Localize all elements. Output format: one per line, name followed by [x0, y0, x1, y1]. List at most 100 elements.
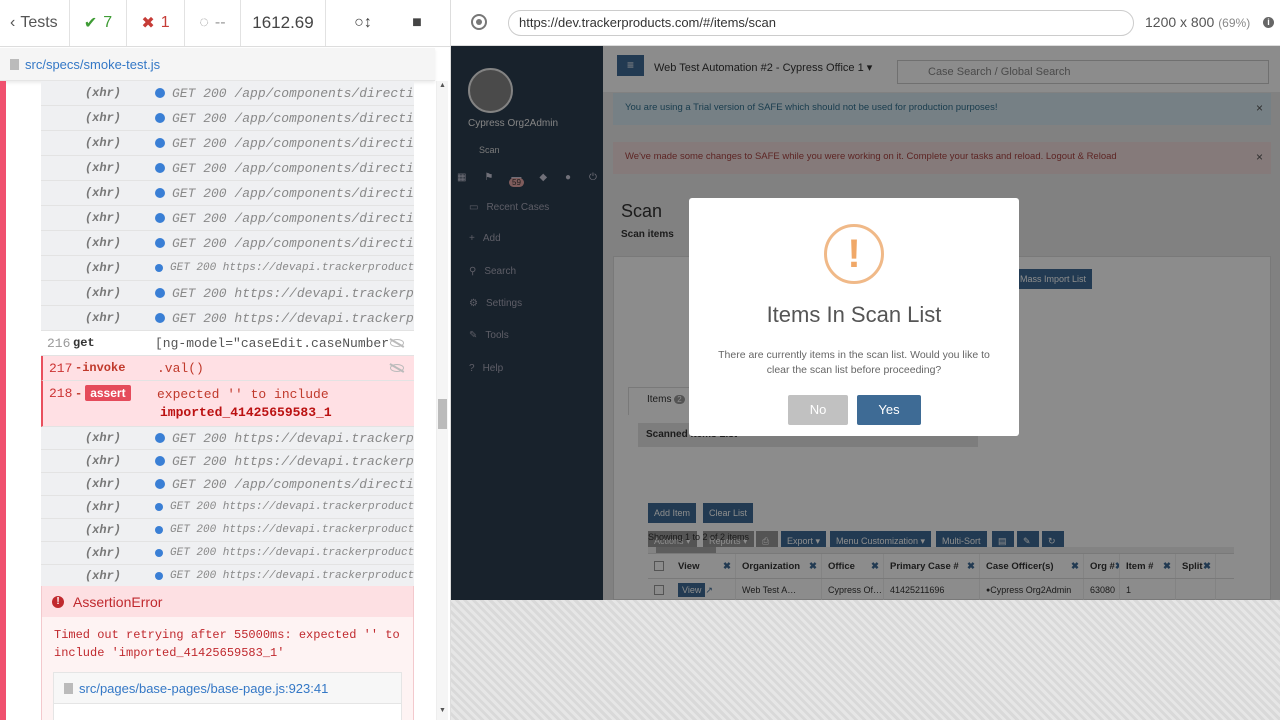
command-row[interactable]: (xhr) GET 200 https://devapi.trackerp…	[41, 281, 414, 306]
command-message: GET 200 /app/components/directi…	[172, 210, 414, 226]
command-row[interactable]: (xhr) GET 200 https://devapi.trackerprodu…	[41, 542, 414, 565]
command-name: (xhr)	[84, 236, 121, 250]
command-row[interactable]: 218- assert expected '' to include imported…	[41, 381, 414, 427]
hidden-eye-icon	[390, 364, 404, 372]
xhr-status-icon	[155, 163, 165, 173]
scroll-up-icon[interactable]: ▲	[439, 82, 446, 89]
aut-panel: https://dev.trackerproducts.com/#/items/…	[450, 0, 1280, 720]
command-row[interactable]: (xhr) GET 200 https://devapi.trackerp…	[41, 427, 414, 450]
error-panel: ! AssertionError Timed out retrying afte…	[41, 586, 414, 720]
command-row[interactable]: (xhr) GET 200 https://devapi.trackerprodu…	[41, 496, 414, 519]
command-row[interactable]: (xhr) GET 200 /app/components/directi…	[41, 156, 414, 181]
command-message: GET 200 /app/components/directi…	[172, 85, 414, 101]
command-name: -invoke	[75, 361, 126, 375]
modal-backdrop: ! Items In Scan List There are currently…	[451, 46, 1280, 600]
command-row[interactable]: (xhr) GET 200 https://devapi.trackerp…	[41, 450, 414, 473]
command-row[interactable]: (xhr) GET 200 /app/components/directi…	[41, 181, 414, 206]
xhr-status-icon	[155, 456, 165, 466]
code-frame	[53, 704, 402, 720]
command-name: (xhr)	[84, 186, 121, 200]
command-message: expected '' to include imported_414256595…	[157, 386, 414, 422]
selector-playground-icon[interactable]	[471, 14, 487, 30]
command-row[interactable]: (xhr) GET 200 /app/components/directi…	[41, 473, 414, 496]
assert-dash: -	[75, 387, 83, 401]
tests-button[interactable]: ‹ Tests	[0, 0, 70, 46]
command-row[interactable]: 216 get [ng-model="caseEdit.caseNumber"]	[41, 331, 414, 356]
viewport-size: 1200 x 800 (69%)	[1145, 14, 1250, 30]
tests-label: Tests	[20, 14, 58, 31]
error-title: AssertionError	[73, 593, 163, 610]
failed-count: ✖ 1	[127, 0, 185, 46]
command-log-panel: ‹ Tests ✔ 7 ✖ 1 ◌ -- 1612.69 ○↕ ■ src/sp…	[0, 0, 450, 720]
info-icon[interactable]: i	[1263, 17, 1274, 28]
command-name: (xhr)	[84, 569, 121, 583]
reporter-header: ‹ Tests ✔ 7 ✖ 1 ◌ -- 1612.69 ○↕ ■	[0, 0, 450, 47]
command-row[interactable]: (xhr) GET 200 /app/components/directi…	[41, 131, 414, 156]
xhr-status-icon	[155, 572, 163, 580]
xhr-status-icon	[155, 549, 163, 557]
scroll-down-icon[interactable]: ▼	[439, 707, 446, 714]
xhr-status-icon	[155, 503, 163, 511]
command-row[interactable]: (xhr) GET 200 /app/components/directi…	[41, 231, 414, 256]
xhr-status-icon	[155, 264, 163, 272]
assert-badge: assert	[85, 385, 131, 401]
error-icon: !	[52, 595, 64, 608]
app-iframe: Cypress Org2Admin Scan ▦ ⚑ ▬ ◆ ● ⏻ 59 ▭R…	[451, 46, 1280, 600]
command-name: (xhr)	[84, 454, 121, 468]
command-log-scrollbar[interactable]: ▲ ▼	[436, 81, 448, 720]
no-button[interactable]: No	[788, 395, 848, 425]
xhr-status-icon	[155, 313, 165, 323]
passed-count: ✔ 7	[70, 0, 127, 46]
command-row[interactable]: (xhr) GET 200 https://devapi.trackerprodu…	[41, 256, 414, 281]
aut-url: https://dev.trackerproducts.com/#/items/…	[508, 10, 1134, 36]
assert-message-line: expected '' to include	[157, 387, 329, 402]
command-message: GET 200 https://devapi.trackerproducts…	[170, 501, 414, 513]
pending-value: --	[214, 14, 226, 31]
command-number: 216	[47, 335, 71, 351]
spec-file-link[interactable]: src/specs/smoke-test.js	[25, 57, 160, 72]
viewport-zoom: (69%)	[1218, 16, 1251, 30]
failed-value: 1	[160, 14, 170, 31]
command-row[interactable]: 217 -invoke .val()	[41, 356, 414, 381]
error-file-path[interactable]: src/pages/base-pages/base-page.js:923:41	[79, 681, 328, 696]
duration: 1612.69	[241, 0, 326, 46]
command-row[interactable]: (xhr) GET 200 https://devapi.trackerprodu…	[41, 565, 414, 588]
command-name: (xhr)	[84, 161, 121, 175]
items-in-scan-list-dialog: ! Items In Scan List There are currently…	[689, 198, 1019, 436]
autoscroll-toggle-icon[interactable]: ○↕	[354, 14, 372, 32]
command-message: .val()	[157, 360, 204, 376]
xhr-status-icon	[155, 479, 165, 489]
pending-count: ◌ --	[185, 0, 241, 46]
command-name: (xhr)	[84, 286, 121, 300]
command-message: GET 200 https://devapi.trackerp…	[172, 285, 414, 301]
spec-file-bar: src/specs/smoke-test.js	[0, 48, 435, 81]
command-name: (xhr)	[84, 546, 121, 560]
command-name: (xhr)	[84, 523, 121, 537]
command-name: (xhr)	[84, 311, 121, 325]
command-row[interactable]: (xhr) GET 200 /app/components/directi…	[41, 206, 414, 231]
command-message: [ng-model="caseEdit.caseNumber"]	[155, 335, 390, 351]
command-row[interactable]: (xhr) GET 200 https://devapi.trackerprodu…	[41, 519, 414, 542]
spinner-icon: ◌	[199, 14, 209, 31]
command-row[interactable]: (xhr) GET 200 https://devapi.trackerp…	[41, 306, 414, 331]
command-message: GET 200 https://devapi.trackerproducts…	[170, 262, 414, 274]
scrollbar-thumb[interactable]	[438, 399, 447, 429]
dialog-title: Items In Scan List	[766, 302, 942, 327]
command-message: GET 200 /app/components/directi…	[172, 235, 414, 251]
error-file-link[interactable]: src/pages/base-pages/base-page.js:923:41	[53, 672, 402, 704]
command-number: 218	[49, 386, 73, 401]
cypress-runner: ‹ Tests ✔ 7 ✖ 1 ◌ -- 1612.69 ○↕ ■ src/sp…	[0, 0, 1280, 720]
command-number: 217	[49, 360, 73, 376]
error-message: Timed out retrying after 55000ms: expect…	[54, 628, 400, 660]
xhr-status-icon	[155, 113, 165, 123]
stop-icon[interactable]: ■	[412, 14, 422, 32]
yes-button[interactable]: Yes	[857, 395, 921, 425]
command-message: GET 200 https://devapi.trackerp…	[172, 453, 414, 469]
command-message: GET 200 https://devapi.trackerp…	[172, 430, 414, 446]
command-row[interactable]: (xhr) GET 200 /app/components/directi…	[41, 106, 414, 131]
warning-icon: !	[824, 224, 884, 284]
xhr-status-icon	[155, 288, 165, 298]
hidden-eye-icon	[390, 339, 404, 347]
command-row[interactable]: (xhr) GET 200 /app/components/directi…	[41, 81, 414, 106]
xhr-status-icon	[155, 213, 165, 223]
